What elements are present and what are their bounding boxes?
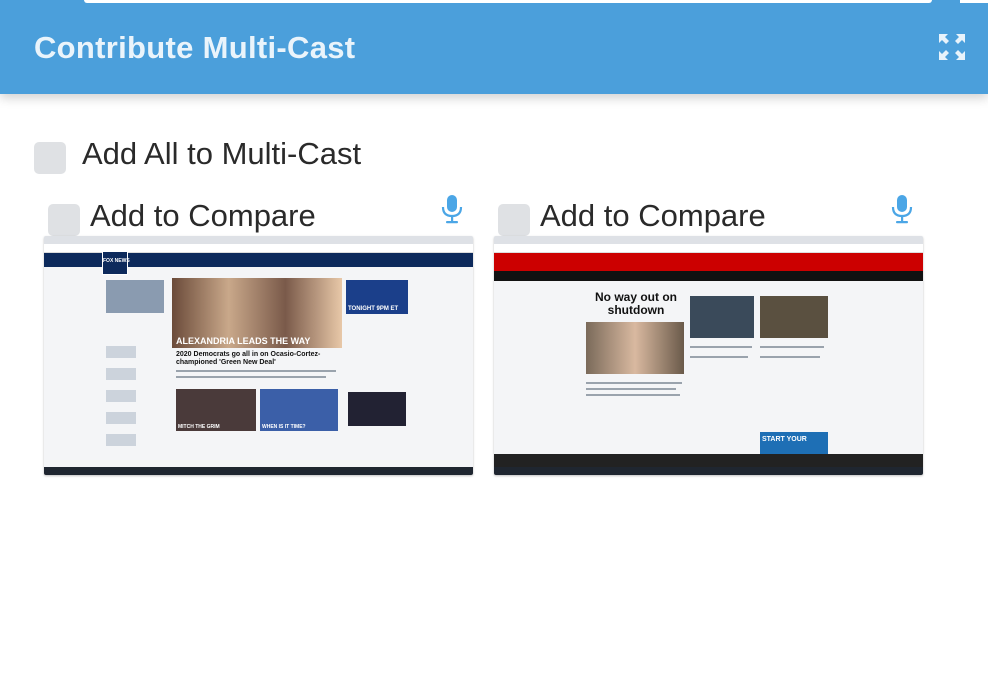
text-line (586, 394, 680, 396)
compare-label-1: Add to Compare (90, 198, 316, 233)
compare-checkbox-2[interactable] (498, 204, 530, 236)
add-all-label: Add All to Multi-Cast (82, 136, 362, 171)
dialog-header: Contribute Multi-Cast (0, 0, 988, 94)
window-top-edge-right (960, 0, 988, 3)
site-logo-text: FOX NEWS (103, 258, 130, 264)
screenshot-thumbnail-1[interactable]: FOX NEWS ALEXANDRIA LEADS THE WAY TONIGH… (44, 236, 473, 475)
video-thumb (106, 280, 164, 313)
story-image-2 (760, 296, 828, 338)
text-line (586, 382, 682, 384)
hero-banner: ALEXANDRIA LEADS THE WAY (176, 336, 311, 346)
sidebar-thumbs (106, 346, 136, 456)
window-top-edge (84, 0, 932, 3)
os-taskbar (494, 467, 923, 475)
site-nav-bar (494, 271, 923, 281)
story-image-1 (690, 296, 754, 338)
hero-image (586, 322, 684, 374)
text-line (690, 346, 752, 348)
browser-url-bar (494, 244, 923, 253)
compare-label-2: Add to Compare (540, 198, 766, 233)
story-tag-1: MITCH THE GRIM (178, 424, 220, 430)
text-line (586, 388, 676, 390)
side-promo (348, 392, 406, 426)
text-line (760, 356, 820, 358)
dialog-title: Contribute Multi-Cast (34, 30, 356, 65)
compare-checkbox-1[interactable] (48, 204, 80, 236)
browser-tab-bar (44, 236, 473, 244)
text-line (176, 376, 326, 378)
breaking-banner (494, 253, 923, 271)
add-all-checkbox[interactable] (34, 142, 66, 174)
text-line (176, 370, 336, 372)
promo-text: TONIGHT 9PM ET (348, 306, 399, 312)
expand-icon[interactable] (939, 34, 965, 60)
microphone-icon[interactable] (441, 194, 463, 224)
microphone-icon[interactable] (891, 194, 913, 224)
main-headline: 2020 Democrats go all in on Ocasio-Corte… (176, 351, 321, 366)
text-line (690, 356, 748, 358)
story-tag-2: WHEN IS IT TIME? (262, 424, 306, 430)
screenshot-thumbnail-2[interactable]: No way out on shutdown START YOUR (494, 236, 923, 475)
text-line (760, 346, 824, 348)
cookie-banner (494, 454, 923, 467)
os-taskbar (44, 467, 473, 475)
main-headline: No way out on shutdown (595, 290, 677, 317)
browser-tab-bar (494, 236, 923, 244)
ad-text: START YOUR (762, 436, 807, 443)
